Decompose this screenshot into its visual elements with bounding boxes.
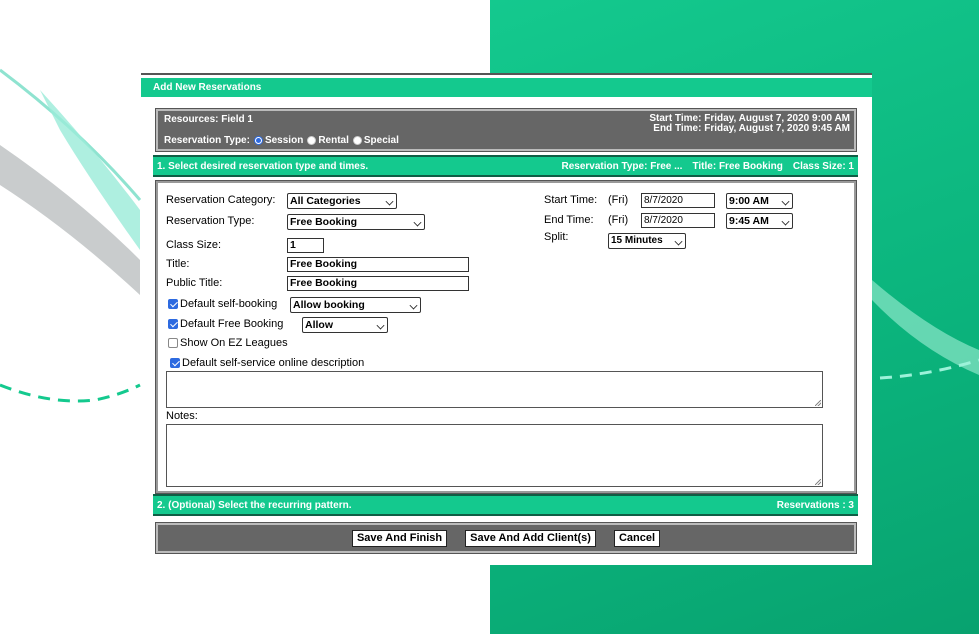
default-self-booking-select[interactable]: Allow booking — [290, 297, 421, 313]
radio-session[interactable]: Session — [253, 135, 304, 146]
start-date-input[interactable]: 8/7/2020 — [641, 193, 715, 208]
default-self-booking-value: Allow booking — [293, 299, 365, 311]
start-time-label: Start Time: — [544, 194, 598, 206]
chevron-down-icon — [385, 197, 394, 206]
show-ez-leagues-checkbox[interactable] — [168, 338, 178, 348]
reservation-summary-panel: Resources: Field 1 Start Time: Friday, A… — [155, 108, 857, 152]
section-1-class-size: Class Size: 1 — [792, 160, 854, 172]
radio-session-label: Session — [264, 135, 304, 146]
reservation-type-radios: Reservation Type: Session Rental Special — [164, 135, 399, 146]
default-online-description-checkbox[interactable] — [170, 358, 180, 368]
reservation-category-value: All Categories — [290, 195, 361, 207]
radio-button-special[interactable] — [352, 136, 362, 145]
split-label: Split: — [544, 231, 569, 243]
reservation-category-label: Reservation Category: — [166, 194, 276, 206]
public-title-input[interactable]: Free Booking — [287, 276, 469, 291]
reservation-type-label: Reservation Type: — [166, 215, 255, 227]
resources-label: Resources: Field 1 — [164, 114, 253, 125]
online-description-textarea[interactable] — [166, 371, 823, 408]
chevron-down-icon — [376, 321, 385, 330]
title-input[interactable]: Free Booking — [287, 257, 469, 272]
action-buttons-panel: Save And Finish Save And Add Client(s) C… — [155, 522, 857, 554]
section-1-title: 1. Select desired reservation type and t… — [157, 160, 369, 172]
show-ez-leagues-label: Show On EZ Leagues — [180, 337, 288, 349]
end-time-label: End Time: — [544, 214, 594, 226]
window-title: Add New Reservations — [141, 78, 872, 97]
default-online-description-label: Default self-service online description — [182, 357, 365, 369]
title-label: Title: — [166, 258, 190, 270]
start-time-value: 9:00 AM — [729, 195, 769, 207]
time-summary: Start Time: Friday, August 7, 2020 9:00 … — [649, 114, 850, 134]
reservation-type-value: Free Booking — [290, 216, 358, 228]
chevron-down-icon — [781, 217, 790, 226]
resize-grip-icon[interactable] — [815, 479, 821, 485]
resize-grip-icon[interactable] — [815, 400, 821, 406]
cancel-button[interactable]: Cancel — [613, 529, 661, 547]
default-self-booking-checkbox[interactable] — [168, 299, 178, 309]
notes-label: Notes: — [166, 410, 198, 422]
radio-rental-label: Rental — [318, 135, 349, 146]
reservation-form: Reservation Category: All Categories Res… — [155, 180, 857, 494]
split-select[interactable]: 15 Minutes — [608, 233, 686, 249]
start-day-label: (Fri) — [608, 194, 629, 206]
radio-button-rental[interactable] — [307, 136, 317, 145]
section-1-bar[interactable]: 1. Select desired reservation type and t… — [153, 155, 858, 177]
radio-button-session[interactable] — [253, 136, 263, 145]
radio-special[interactable]: Special — [352, 135, 399, 146]
chevron-down-icon — [413, 218, 422, 227]
end-date-input[interactable]: 8/7/2020 — [641, 213, 715, 228]
save-and-finish-button[interactable]: Save And Finish — [351, 529, 448, 547]
class-size-label: Class Size: — [166, 239, 222, 251]
radio-special-label: Special — [363, 135, 399, 146]
section-2-bar[interactable]: 2. (Optional) Select the recurring patte… — [153, 494, 858, 516]
chevron-down-icon — [409, 301, 418, 310]
save-and-add-client-button[interactable]: Save And Add Client(s) — [465, 529, 596, 547]
reservation-type-select[interactable]: Free Booking — [287, 214, 425, 230]
default-free-booking-label: Default Free Booking — [180, 318, 284, 330]
end-day-label: (Fri) — [608, 214, 629, 226]
section-1-reservation-type: Reservation Type: Free ... — [561, 160, 683, 172]
add-reservation-window: Add New Reservations Resources: Field 1 … — [141, 73, 872, 565]
default-free-booking-value: Allow — [305, 319, 333, 331]
default-free-booking-checkbox[interactable] — [168, 319, 178, 329]
default-self-booking-label: Default self-booking — [180, 298, 278, 310]
start-time-select[interactable]: 9:00 AM — [726, 193, 793, 209]
radio-rental[interactable]: Rental — [307, 135, 349, 146]
reservation-category-select[interactable]: All Categories — [287, 193, 397, 209]
split-value: 15 Minutes — [611, 235, 663, 246]
reservation-type-radio-label: Reservation Type: — [164, 135, 250, 146]
chevron-down-icon — [781, 197, 790, 206]
reservations-count: Reservations : 3 — [776, 499, 854, 511]
end-time-summary: End Time: Friday, August 7, 2020 9:45 AM — [653, 123, 850, 134]
class-size-input[interactable]: 1 — [287, 238, 324, 253]
section-2-title: 2. (Optional) Select the recurring patte… — [157, 499, 352, 511]
section-1-title-info: Title: Free Booking — [692, 160, 783, 172]
default-free-booking-select[interactable]: Allow — [302, 317, 388, 333]
notes-textarea[interactable] — [166, 424, 823, 487]
end-time-select[interactable]: 9:45 AM — [726, 213, 793, 229]
public-title-label: Public Title: — [166, 277, 223, 289]
chevron-down-icon — [674, 237, 683, 246]
end-time-value: 9:45 AM — [729, 215, 769, 227]
